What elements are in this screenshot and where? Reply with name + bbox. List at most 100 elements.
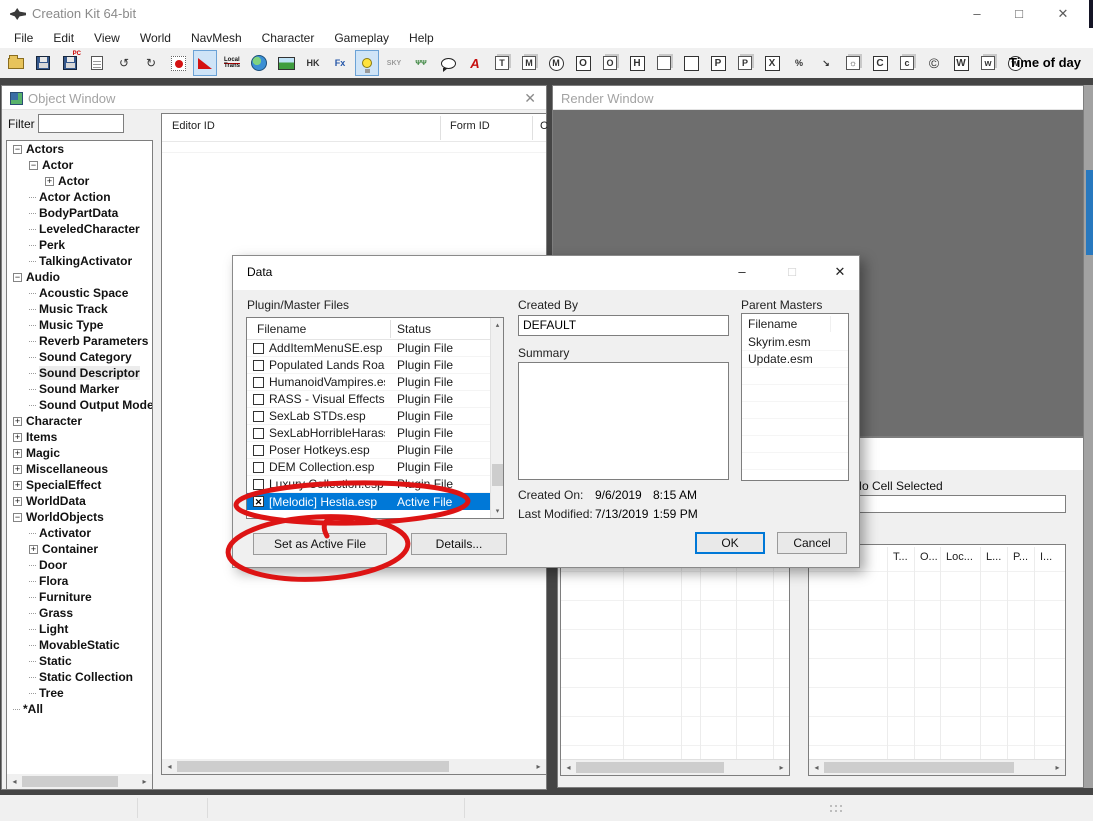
tree-hscrollbar[interactable]: ◂ ▸	[7, 774, 152, 789]
tree-item-sound-output-mode[interactable]: Sound Output Mode	[7, 397, 152, 413]
unchecked-checkbox[interactable]	[253, 462, 264, 473]
local-rotation-icon[interactable]: LocalTrans	[220, 50, 244, 76]
p-box-icon[interactable]: P	[706, 50, 730, 76]
tree-item-music-track[interactable]: Music Track	[7, 301, 152, 317]
dialogue-icon[interactable]	[436, 50, 460, 76]
cell-col-6[interactable]: I...	[1040, 551, 1065, 563]
column-form-id[interactable]: Form ID	[450, 120, 490, 132]
expand-icon[interactable]: +	[13, 481, 22, 490]
tree-item-specialeffect[interactable]: +SpecialEffect	[7, 477, 152, 493]
cell-col-2[interactable]: O...	[920, 551, 938, 563]
o-cube-icon[interactable]: O	[598, 50, 622, 76]
tree-item-static-collection[interactable]: Static Collection	[7, 669, 152, 685]
menu-help[interactable]: Help	[399, 31, 444, 45]
plugin-row[interactable]: ✕[Melodic] Hestia.espActive File	[247, 493, 490, 510]
plugin-row[interactable]: Luxury Collection.espPlugin File	[247, 476, 490, 493]
cell-col-1[interactable]: T...	[893, 551, 912, 563]
tree-item-worldobjects[interactable]: −WorldObjects	[7, 509, 152, 525]
tree-item-worlddata[interactable]: +WorldData	[7, 493, 152, 509]
column-editor-id[interactable]: Editor ID	[172, 120, 215, 132]
tree-item-character[interactable]: +Character	[7, 413, 152, 429]
expand-icon[interactable]: +	[13, 497, 22, 506]
t-cube-icon[interactable]: T	[490, 50, 514, 76]
menu-edit[interactable]: Edit	[43, 31, 84, 45]
details-button[interactable]: Details...	[411, 533, 507, 555]
plugin-row[interactable]: RASS - Visual Effects....Plugin File	[247, 391, 490, 408]
tree-item-actor[interactable]: −Actor	[7, 157, 152, 173]
m-cube-icon[interactable]: M	[517, 50, 541, 76]
o-box-icon[interactable]: O	[571, 50, 595, 76]
tree-item-sound-marker[interactable]: Sound Marker	[7, 381, 152, 397]
expand-icon[interactable]: +	[13, 433, 22, 442]
plugin-list-vscrollbar[interactable]: ▴ ▾	[490, 318, 503, 518]
water-fx-icon[interactable]: Fx	[328, 50, 352, 76]
menu-character[interactable]: Character	[252, 31, 325, 45]
tree-item-activator[interactable]: Activator	[7, 525, 152, 541]
unchecked-checkbox[interactable]	[253, 377, 264, 388]
c-cube-icon[interactable]: c	[895, 50, 919, 76]
column-status[interactable]: Status	[397, 322, 431, 336]
save-pc-icon[interactable]: PC	[58, 50, 82, 76]
filter-input[interactable]	[38, 114, 124, 133]
object-window-close-icon[interactable]: ✕	[524, 90, 536, 107]
parent-master-row[interactable]: Update.esm	[742, 351, 848, 368]
unchecked-checkbox[interactable]	[253, 394, 264, 405]
cell-list-hscrollbar[interactable]: ◂ ▸	[561, 759, 789, 775]
properties-icon[interactable]	[85, 50, 109, 76]
light-cube-icon[interactable]: ☼	[841, 50, 865, 76]
grass-icon[interactable]: ΨΨ	[409, 50, 433, 76]
expand-icon[interactable]: +	[45, 177, 54, 186]
tree-item--all[interactable]: *All	[7, 701, 152, 717]
plugin-row[interactable]: Poser Hotkeys.espPlugin File	[247, 442, 490, 459]
ok-button[interactable]: OK	[695, 532, 765, 554]
tree-item-perk[interactable]: Perk	[7, 237, 152, 253]
m-circle-icon[interactable]: M	[544, 50, 568, 76]
menu-file[interactable]: File	[4, 31, 43, 45]
tree-item-flora[interactable]: Flora	[7, 573, 152, 589]
open-icon[interactable]	[4, 50, 28, 76]
plugin-row[interactable]: Populated Lands Roa...Plugin File	[247, 357, 490, 374]
tree-item-tree[interactable]: Tree	[7, 685, 152, 701]
lights-icon[interactable]	[355, 50, 379, 76]
light-arrow-icon[interactable]: ↘	[814, 50, 838, 76]
unchecked-checkbox[interactable]	[253, 343, 264, 354]
cancel-button[interactable]: Cancel	[777, 532, 847, 554]
havok-icon[interactable]: HK	[301, 50, 325, 76]
x-box-icon[interactable]: X	[760, 50, 784, 76]
tree-item-static[interactable]: Static	[7, 653, 152, 669]
expand-icon[interactable]: +	[13, 449, 22, 458]
tree-item-bodypartdata[interactable]: BodyPartData	[7, 205, 152, 221]
tree-item-talkingactivator[interactable]: TalkingActivator	[7, 253, 152, 269]
collapse-icon[interactable]: −	[29, 161, 38, 170]
snap-angle-icon[interactable]	[193, 50, 217, 76]
copyright-icon[interactable]: ©	[922, 50, 946, 76]
tree-item-sound-category[interactable]: Sound Category	[7, 349, 152, 365]
tree-item-furniture[interactable]: Furniture	[7, 589, 152, 605]
tree-item-acoustic-space[interactable]: Acoustic Space	[7, 285, 152, 301]
expand-icon[interactable]: +	[13, 465, 22, 474]
p-ref-icon[interactable]: P	[733, 50, 757, 76]
tree-item-audio[interactable]: −Audio	[7, 269, 152, 285]
h-box-icon[interactable]: H	[625, 50, 649, 76]
tree-item-music-type[interactable]: Music Type	[7, 317, 152, 333]
plugin-row[interactable]: AddItemMenuSE.espPlugin File	[247, 340, 490, 357]
maximize-button[interactable]: □	[1000, 0, 1038, 28]
unchecked-checkbox[interactable]	[253, 428, 264, 439]
save-icon[interactable]	[31, 50, 55, 76]
tree-item-reverb-parameters[interactable]: Reverb Parameters	[7, 333, 152, 349]
c-box-icon[interactable]: C	[868, 50, 892, 76]
unchecked-checkbox[interactable]	[253, 411, 264, 422]
column-count[interactable]: C	[540, 120, 548, 132]
expand-icon[interactable]: +	[29, 545, 38, 554]
tree-item-actor-action[interactable]: Actor Action	[7, 189, 152, 205]
checked-checkbox[interactable]: ✕	[253, 496, 264, 507]
close-button[interactable]: ✕	[1044, 0, 1082, 28]
tree-item-items[interactable]: +Items	[7, 429, 152, 445]
sky-icon[interactable]: SKY	[382, 50, 406, 76]
summary-textarea[interactable]	[518, 362, 729, 480]
collapse-icon[interactable]: −	[13, 145, 22, 154]
menu-view[interactable]: View	[84, 31, 130, 45]
box-icon[interactable]	[679, 50, 703, 76]
tree-item-miscellaneous[interactable]: +Miscellaneous	[7, 461, 152, 477]
object-list-hscrollbar[interactable]: ◂ ▸	[162, 759, 546, 774]
